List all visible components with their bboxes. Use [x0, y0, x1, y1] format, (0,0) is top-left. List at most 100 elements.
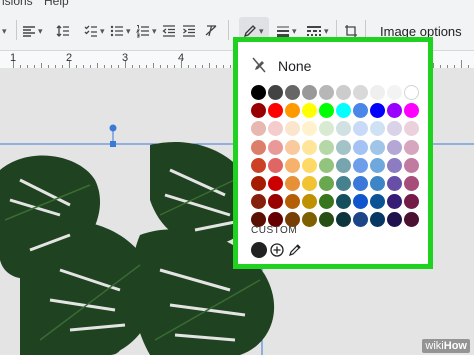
color-swatch[interactable] — [319, 121, 334, 137]
color-swatch[interactable] — [251, 194, 266, 210]
color-swatch[interactable] — [353, 139, 368, 155]
color-swatch[interactable] — [319, 212, 334, 228]
color-swatch[interactable] — [302, 157, 317, 173]
color-swatch[interactable] — [302, 139, 317, 155]
color-swatch[interactable] — [404, 194, 419, 210]
color-swatch[interactable] — [251, 103, 266, 119]
ruler-tick — [461, 60, 462, 68]
rotate-handle[interactable] — [109, 124, 117, 132]
color-swatch[interactable] — [387, 103, 402, 119]
color-swatch[interactable] — [336, 194, 351, 210]
color-swatch[interactable] — [302, 121, 317, 137]
color-swatch[interactable] — [404, 103, 419, 119]
color-swatch[interactable] — [387, 157, 402, 173]
decrease-indent-button[interactable] — [162, 20, 176, 42]
color-swatch[interactable] — [336, 121, 351, 137]
color-swatch[interactable] — [404, 85, 419, 100]
color-swatch[interactable] — [336, 85, 351, 100]
color-swatch[interactable] — [285, 139, 300, 155]
increase-indent-button[interactable] — [182, 20, 196, 42]
color-swatch[interactable] — [319, 157, 334, 173]
color-swatch[interactable] — [353, 85, 368, 100]
color-swatch[interactable] — [370, 85, 385, 100]
add-custom-color-icon[interactable] — [270, 243, 284, 257]
color-swatch[interactable] — [251, 121, 266, 137]
bulleted-list-button[interactable]: ▾ — [110, 20, 131, 42]
color-swatch[interactable] — [370, 194, 385, 210]
color-swatch[interactable] — [336, 103, 351, 119]
color-swatch[interactable] — [302, 85, 317, 100]
color-swatch[interactable] — [285, 103, 300, 119]
checklist-icon — [84, 25, 97, 37]
color-swatch[interactable] — [268, 85, 283, 100]
border-weight-icon — [277, 26, 289, 37]
none-option[interactable]: None — [278, 58, 311, 74]
menu-item-revisions[interactable]: isions — [2, 0, 33, 8]
line-spacing-button[interactable] — [56, 20, 70, 42]
color-swatch[interactable] — [319, 85, 334, 100]
checklist-button[interactable]: ▾ — [84, 20, 105, 42]
color-swatch[interactable] — [404, 139, 419, 155]
color-swatch[interactable] — [302, 176, 317, 191]
color-swatch[interactable] — [353, 121, 368, 137]
color-swatch[interactable] — [336, 176, 351, 191]
color-swatch[interactable] — [285, 194, 300, 210]
color-swatch[interactable] — [353, 194, 368, 210]
color-swatch[interactable] — [319, 103, 334, 119]
color-swatch[interactable] — [387, 194, 402, 210]
color-swatch[interactable] — [336, 212, 351, 228]
numbered-list-button[interactable]: ▾ — [136, 20, 157, 42]
color-swatch[interactable] — [387, 176, 402, 191]
color-swatch[interactable] — [268, 194, 283, 210]
color-swatch[interactable] — [251, 157, 266, 173]
custom-color-swatch[interactable] — [251, 242, 267, 258]
color-swatch[interactable] — [319, 194, 334, 210]
color-swatch[interactable] — [251, 85, 266, 100]
color-swatch[interactable] — [404, 121, 419, 137]
color-swatch[interactable] — [268, 121, 283, 137]
color-swatch[interactable] — [336, 157, 351, 173]
color-swatch[interactable] — [404, 176, 419, 191]
color-swatch[interactable] — [370, 103, 385, 119]
color-swatch[interactable] — [268, 139, 283, 155]
color-swatch[interactable] — [404, 212, 419, 228]
color-swatch[interactable] — [336, 139, 351, 155]
color-swatch[interactable] — [268, 103, 283, 119]
toolbar-overflow-chevron[interactable]: ▾ — [0, 20, 7, 42]
color-swatch[interactable] — [370, 157, 385, 173]
color-swatch[interactable] — [370, 121, 385, 137]
crop-icon — [345, 25, 357, 37]
color-swatch[interactable] — [404, 157, 419, 173]
color-swatch[interactable] — [302, 194, 317, 210]
color-swatch[interactable] — [285, 157, 300, 173]
color-swatch[interactable] — [370, 139, 385, 155]
color-swatch[interactable] — [387, 139, 402, 155]
color-swatch[interactable] — [251, 176, 266, 191]
bulleted-list-icon — [110, 25, 123, 37]
eyedropper-icon[interactable] — [288, 243, 302, 257]
color-swatch[interactable] — [268, 157, 283, 173]
color-swatch[interactable] — [353, 176, 368, 191]
color-swatch[interactable] — [387, 85, 402, 100]
color-swatch[interactable] — [285, 121, 300, 137]
color-swatch[interactable] — [387, 121, 402, 137]
align-left-button[interactable]: ▾ — [22, 20, 43, 42]
custom-label: CUSTOM — [251, 225, 298, 236]
color-swatch[interactable] — [285, 176, 300, 191]
menu-item-help[interactable]: Help — [44, 0, 69, 8]
color-swatch[interactable] — [370, 212, 385, 228]
color-swatch[interactable] — [353, 157, 368, 173]
color-swatch[interactable] — [268, 176, 283, 191]
color-swatch[interactable] — [353, 212, 368, 228]
color-swatch[interactable] — [353, 103, 368, 119]
color-swatch[interactable] — [251, 139, 266, 155]
color-swatch[interactable] — [387, 212, 402, 228]
color-swatch[interactable] — [319, 139, 334, 155]
clear-formatting-button[interactable] — [204, 20, 218, 42]
color-swatch[interactable] — [302, 103, 317, 119]
color-swatch[interactable] — [285, 85, 300, 100]
color-swatch[interactable] — [319, 176, 334, 191]
color-swatch[interactable] — [302, 212, 317, 228]
clear-formatting-icon — [205, 25, 217, 37]
color-swatch[interactable] — [370, 176, 385, 191]
